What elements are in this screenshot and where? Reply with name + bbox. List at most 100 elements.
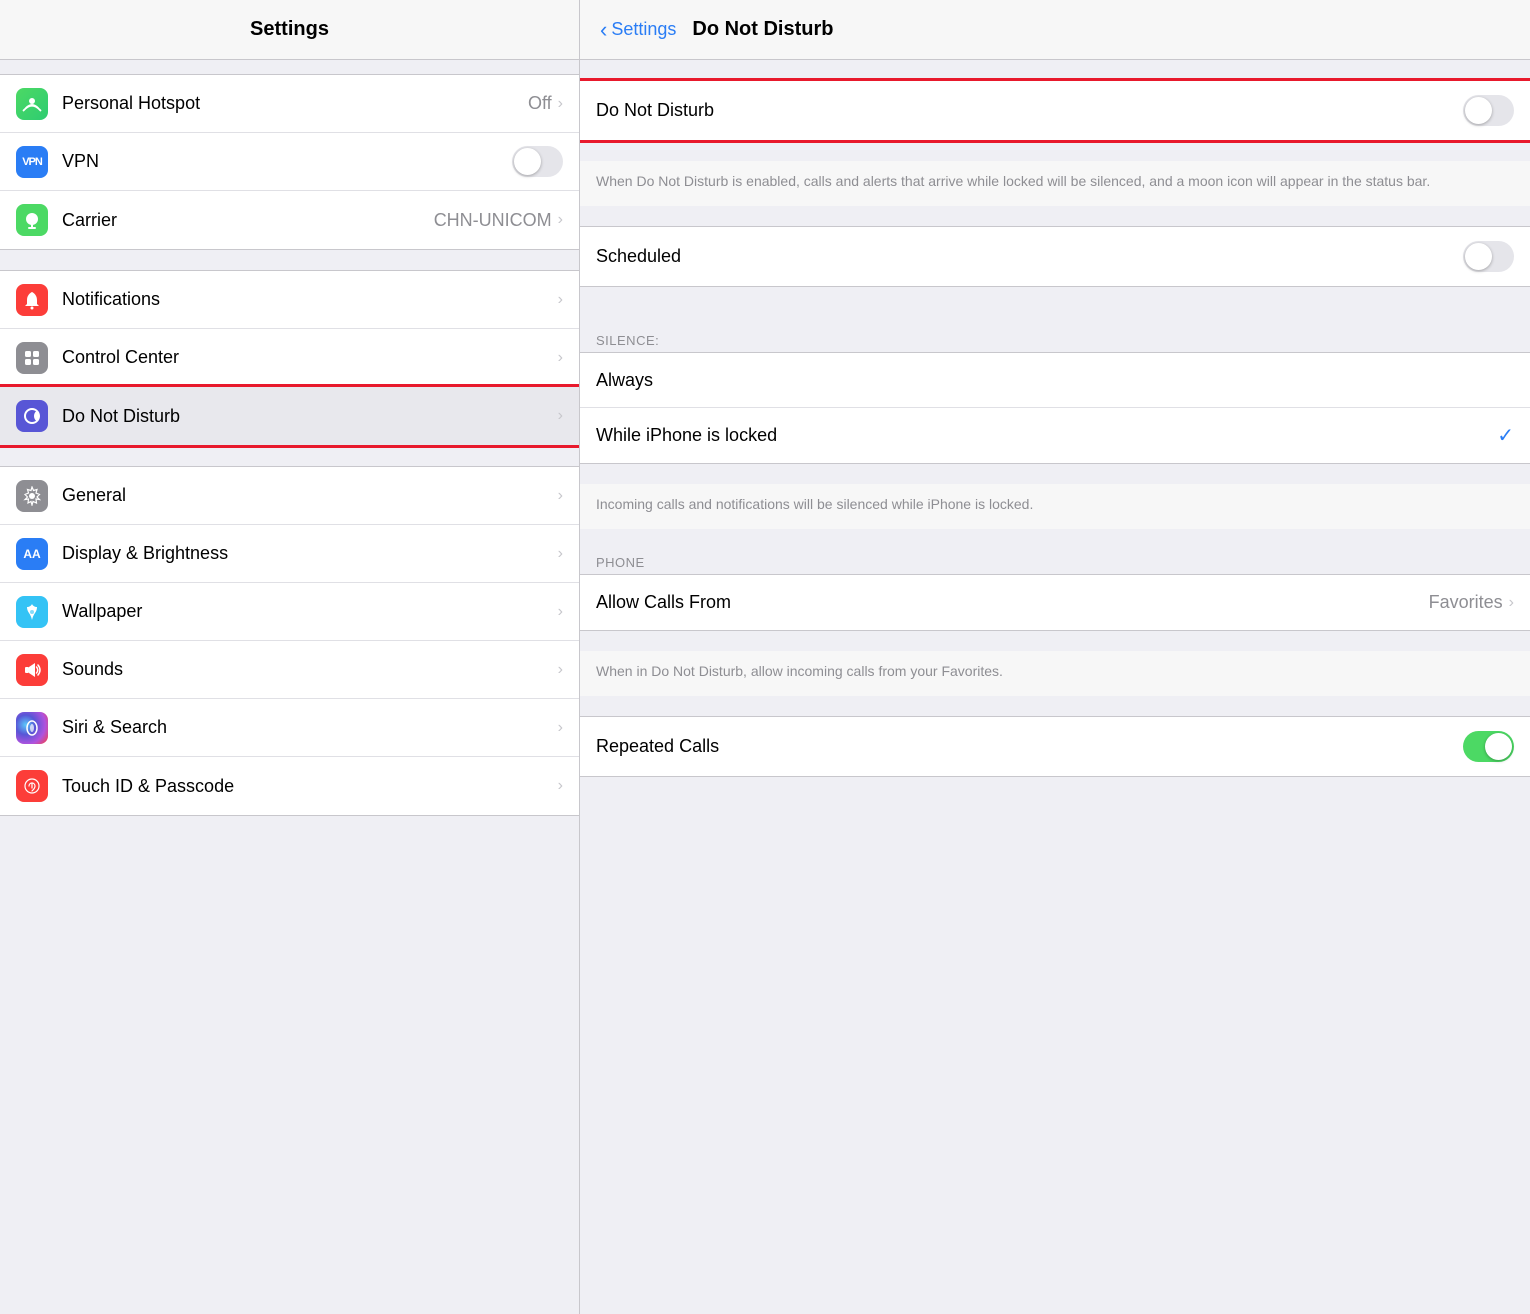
scheduled-toggle-knob [1465,243,1492,270]
sidebar-item-personal-hotspot[interactable]: Personal Hotspot Off › [0,75,579,133]
control-center-icon [16,342,48,374]
sounds-icon [16,654,48,686]
silence-section: Always While iPhone is locked ✓ [580,352,1530,464]
general-chevron: › [558,487,563,505]
do-not-disturb-toggle-label: Do Not Disturb [596,100,1463,121]
sidebar-item-siri[interactable]: Siri & Search › [0,699,579,757]
allow-calls-from-row[interactable]: Allow Calls From Favorites › [580,575,1530,630]
do-not-disturb-toggle-knob [1465,97,1492,124]
do-not-disturb-icon [16,400,48,432]
personal-hotspot-chevron: › [558,95,563,113]
sidebar-item-display[interactable]: AA Display & Brightness › [0,525,579,583]
repeated-calls-section: Repeated Calls [580,716,1530,777]
repeated-calls-row[interactable]: Repeated Calls [580,717,1530,776]
do-not-disturb-toggle[interactable] [1463,95,1514,126]
scheduled-row[interactable]: Scheduled [580,227,1530,286]
scheduled-label: Scheduled [596,246,1463,267]
silence-section-header: SILENCE: [596,333,1514,348]
carrier-value: CHN-UNICOM [434,210,552,231]
allow-calls-from-label: Allow Calls From [596,592,1429,613]
siri-label: Siri & Search [62,717,558,738]
carrier-label: Carrier [62,210,434,231]
settings-title: Settings [250,18,329,41]
vpn-icon: VPN [16,146,48,178]
display-label: Display & Brightness [62,543,558,564]
do-not-disturb-label: Do Not Disturb [62,406,558,427]
silence-while-locked-row[interactable]: While iPhone is locked ✓ [580,408,1530,463]
vpn-toggle-knob [514,148,541,175]
vpn-toggle[interactable] [512,146,563,177]
silence-header-block: SILENCE: [580,327,1530,352]
sidebar-item-sounds[interactable]: Sounds › [0,641,579,699]
right-header: ‹ Settings Do Not Disturb [580,0,1530,60]
sidebar-item-vpn[interactable]: VPN VPN [0,133,579,191]
personal-hotspot-icon [16,88,48,120]
notifications-chevron: › [558,291,563,309]
general-icon [16,480,48,512]
settings-list: Personal Hotspot Off › VPN VPN [0,60,579,1314]
repeated-calls-toggle-knob [1485,733,1512,760]
sidebar-item-general[interactable]: General › [0,467,579,525]
repeated-calls-toggle[interactable] [1463,731,1514,762]
touchid-chevron: › [558,777,563,795]
wallpaper-chevron: › [558,603,563,621]
siri-chevron: › [558,719,563,737]
sidebar-item-notifications[interactable]: Notifications › [0,271,579,329]
control-center-label: Control Center [62,347,558,368]
personal-hotspot-value: Off [528,93,552,114]
general-label: General [62,485,558,506]
notifications-icon [16,284,48,316]
do-not-disturb-section: Do Not Disturb [580,80,1530,141]
allow-calls-from-chevron: › [1509,594,1514,612]
phone-header-block: PHONE [580,549,1530,574]
preferences-section: General › AA Display & Brightness › [0,466,579,816]
vpn-label: VPN [62,151,512,172]
do-not-disturb-toggle-row[interactable]: Do Not Disturb [580,81,1530,140]
allow-calls-from-value: Favorites [1429,592,1503,613]
silence-always-row[interactable]: Always [580,353,1530,408]
phone-description: When in Do Not Disturb, allow incoming c… [596,663,1003,679]
silence-description-block: Incoming calls and notifications will be… [580,484,1530,529]
touchid-icon [16,770,48,802]
scheduled-toggle[interactable] [1463,241,1514,272]
sidebar-item-do-not-disturb[interactable]: Do Not Disturb › [0,387,579,445]
silence-while-locked-label: While iPhone is locked [596,425,1497,446]
carrier-chevron: › [558,211,563,229]
left-panel: Settings Personal Hotspot Off › [0,0,580,1314]
sidebar-item-control-center[interactable]: Control Center › [0,329,579,387]
network-section: Personal Hotspot Off › VPN VPN [0,74,579,250]
back-button[interactable]: ‹ Settings [600,17,676,43]
scheduled-section: Scheduled [580,226,1530,287]
personal-hotspot-label: Personal Hotspot [62,93,528,114]
wallpaper-icon [16,596,48,628]
back-label: Settings [611,19,676,40]
display-icon: AA [16,538,48,570]
right-content: Do Not Disturb When Do Not Disturb is en… [580,60,1530,1314]
notifications-label: Notifications [62,289,558,310]
do-not-disturb-chevron: › [558,407,563,425]
wallpaper-label: Wallpaper [62,601,558,622]
sounds-chevron: › [558,661,563,679]
right-panel-title: Do Not Disturb [692,18,833,41]
carrier-icon [16,204,48,236]
right-panel: ‹ Settings Do Not Disturb Do Not Disturb… [580,0,1530,1314]
phone-section-header: PHONE [596,555,1514,570]
phone-description-block: When in Do Not Disturb, allow incoming c… [580,651,1530,696]
sidebar-item-wallpaper[interactable]: Wallpaper › [0,583,579,641]
back-chevron-icon: ‹ [600,17,607,43]
sidebar-item-carrier[interactable]: Carrier CHN-UNICOM › [0,191,579,249]
system-section: Notifications › Control Center › [0,270,579,446]
do-not-disturb-description: When Do Not Disturb is enabled, calls an… [596,173,1430,189]
sounds-label: Sounds [62,659,558,680]
while-locked-checkmark: ✓ [1497,423,1514,448]
silence-always-label: Always [596,370,1514,391]
control-center-chevron: › [558,349,563,367]
sidebar-item-touchid[interactable]: Touch ID & Passcode › [0,757,579,815]
silence-description: Incoming calls and notifications will be… [596,496,1033,512]
phone-section: Allow Calls From Favorites › [580,574,1530,631]
do-not-disturb-description-block: When Do Not Disturb is enabled, calls an… [580,161,1530,206]
touchid-label: Touch ID & Passcode [62,776,558,797]
repeated-calls-label: Repeated Calls [596,736,1463,757]
siri-icon [16,712,48,744]
left-header: Settings [0,0,579,60]
